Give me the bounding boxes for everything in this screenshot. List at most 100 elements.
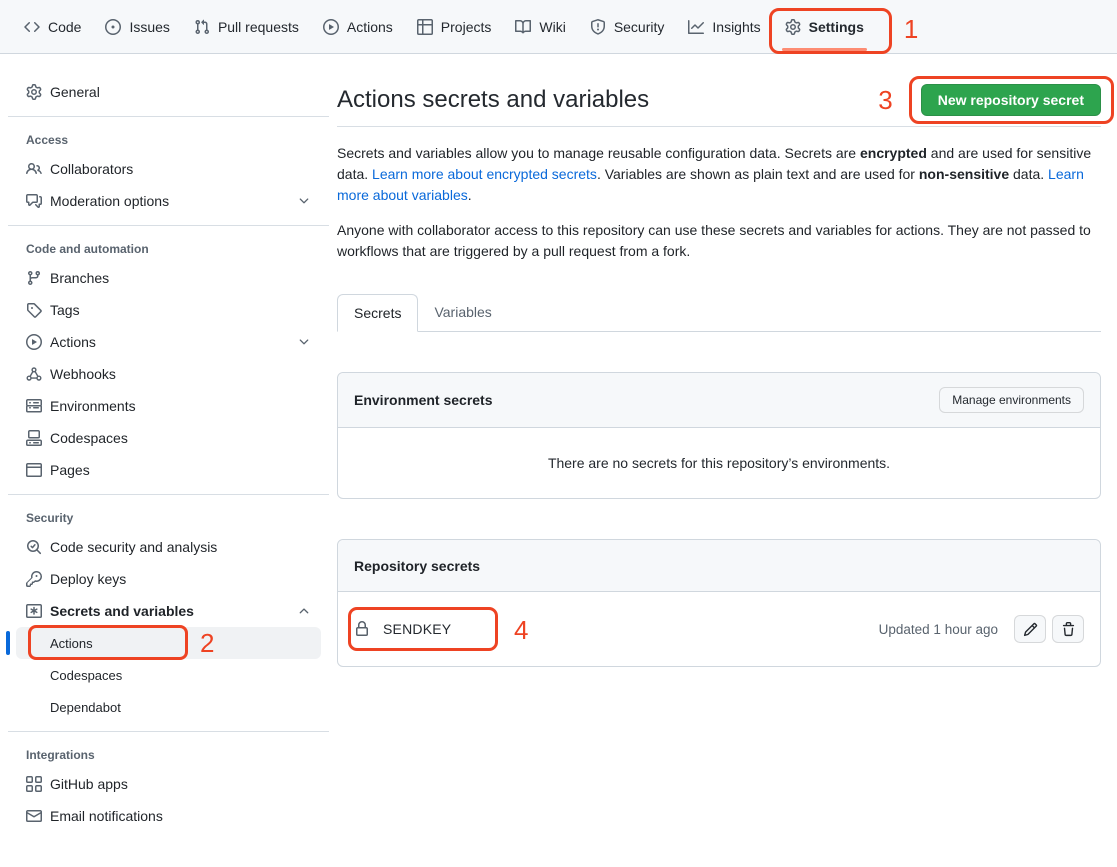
sidebar-item-branches[interactable]: Branches (16, 262, 321, 294)
secret-updated-text: Updated 1 hour ago (879, 622, 998, 637)
sidebar-item-label: Moderation options (50, 193, 169, 209)
chevron-up-icon (297, 604, 311, 618)
sidebar-item-moderation-options[interactable]: Moderation options (16, 185, 321, 217)
repo-tab-security[interactable]: Security (580, 0, 675, 53)
new-repository-secret-button[interactable]: New repository secret (921, 84, 1101, 116)
webhook-icon (26, 366, 42, 382)
gear-icon (26, 84, 42, 100)
sidebar-item-code-security-and-analysis[interactable]: Code security and analysis (16, 531, 321, 563)
secret-name-text: SENDKEY (383, 621, 451, 637)
sidebar-item-actions[interactable]: Actions (16, 326, 321, 358)
repo-tab-label: Settings (809, 19, 864, 35)
repo-tab-label: Wiki (539, 19, 565, 35)
repo-tab-settings[interactable]: Settings1 (775, 0, 874, 53)
sidebar-item-email-notifications[interactable]: Email notifications (16, 800, 321, 832)
lock-icon (354, 621, 370, 637)
sidebar-divider (8, 116, 329, 117)
repo-tab-label: Pull requests (218, 19, 299, 35)
environment-secrets-header: Environment secrets Manage environments (338, 373, 1100, 428)
issue-opened-icon (105, 19, 121, 35)
sidebar-item-label: Codespaces (50, 668, 122, 683)
sidebar-subitem-actions[interactable]: Actions2 (16, 627, 321, 659)
repo-tab-bar: Code Issues Pull requests Actions Projects Wi… (0, 0, 1117, 54)
sidebar-item-label: Dependabot (50, 700, 121, 715)
sidebar-item-label: Branches (50, 270, 109, 286)
trash-icon (1061, 622, 1076, 637)
sidebar-item-secrets-and-variables[interactable]: Secrets and variables (16, 595, 321, 627)
tab-secrets[interactable]: Secrets (337, 294, 418, 332)
repository-secrets-header: Repository secrets (338, 540, 1100, 592)
sidebar-item-github-apps[interactable]: GitHub apps (16, 768, 321, 800)
secret-name: SENDKEY4 (354, 621, 474, 637)
repo-tab-label: Security (614, 19, 665, 35)
repo-tab-projects[interactable]: Projects (407, 0, 502, 53)
new-secret-button-wrap: New repository secret 3 (921, 84, 1101, 116)
sidebar-item-pages[interactable]: Pages (16, 454, 321, 486)
codescan-icon (26, 539, 42, 555)
repository-secrets-list: SENDKEY4 Updated 1 hour ago (338, 592, 1100, 666)
server-icon (26, 398, 42, 414)
sidebar-subitem-dependabot[interactable]: Dependabot (16, 691, 321, 723)
sidebar-item-label: Environments (50, 398, 136, 414)
sidebar-item-tags[interactable]: Tags (16, 294, 321, 326)
repo-tab-insights[interactable]: Insights (678, 0, 770, 53)
sidebar-item-label: Codespaces (50, 430, 128, 446)
sidebar-item-codespaces[interactable]: Codespaces (16, 422, 321, 454)
tab-variables[interactable]: Variables (418, 294, 507, 331)
learn-more-link[interactable]: Learn more about encrypted secrets (372, 166, 597, 182)
key-icon (26, 571, 42, 587)
sidebar-divider (8, 225, 329, 226)
repo-tab-label: Code (48, 19, 81, 35)
sidebar-item-label: Webhooks (50, 366, 116, 382)
repo-tab-code[interactable]: Code (14, 0, 91, 53)
intro-text: . (468, 187, 472, 203)
repo-tabs: Code Issues Pull requests Actions Projects Wi… (14, 0, 878, 53)
sidebar-item-label: Deploy keys (50, 571, 126, 587)
environment-secrets-card: Environment secrets Manage environments … (337, 372, 1101, 499)
shield-icon (590, 19, 606, 35)
sidebar-item-environments[interactable]: Environments (16, 390, 321, 422)
codespaces-icon (26, 430, 42, 446)
play-icon (323, 19, 339, 35)
git-pull-request-icon (194, 19, 210, 35)
people-icon (26, 161, 42, 177)
sidebar-item-deploy-keys[interactable]: Deploy keys (16, 563, 321, 595)
secret-row: SENDKEY4 Updated 1 hour ago (338, 592, 1100, 666)
repo-tab-issues[interactable]: Issues (95, 0, 179, 53)
settings-main: Actions secrets and variables New reposi… (337, 54, 1117, 667)
repo-tab-label: Insights (712, 19, 760, 35)
repo-tab-actions[interactable]: Actions (313, 0, 403, 53)
intro-paragraph: Secrets and variables allow you to manag… (337, 143, 1101, 206)
sidebar-subitem-codespaces[interactable]: Codespaces (16, 659, 321, 691)
repo-tab-label: Actions (347, 19, 393, 35)
secrets-variables-tabnav: Secrets Variables (337, 294, 1101, 332)
repo-tab-label: Issues (129, 19, 169, 35)
sidebar-item-webhooks[interactable]: Webhooks (16, 358, 321, 390)
annotation-number-1: 1 (904, 16, 918, 42)
chevron-down-icon (297, 335, 311, 349)
sidebar-section-title-integrations: Integrations (16, 740, 321, 768)
intro-text: Secrets and variables allow you to manag… (337, 145, 860, 161)
book-icon (515, 19, 531, 35)
annotation-number-2: 2 (200, 630, 214, 656)
edit-secret-button[interactable] (1014, 615, 1046, 643)
sidebar-item-label: Collaborators (50, 161, 133, 177)
page-title: Actions secrets and variables (337, 85, 649, 115)
pencil-icon (1023, 622, 1038, 637)
sidebar-item-general[interactable]: General (16, 76, 321, 108)
repo-tab-wiki[interactable]: Wiki (505, 0, 575, 53)
manage-environments-button[interactable]: Manage environments (939, 387, 1084, 413)
repo-tab-pull-requests[interactable]: Pull requests (184, 0, 309, 53)
sidebar-item-collaborators[interactable]: Collaborators (16, 153, 321, 185)
sidebar-item-label: General (50, 84, 100, 100)
collaborator-paragraph: Anyone with collaborator access to this … (337, 220, 1101, 262)
sidebar-divider (8, 494, 329, 495)
apps-icon (26, 776, 42, 792)
sidebar-section-title-security: Security (16, 503, 321, 531)
delete-secret-button[interactable] (1052, 615, 1084, 643)
repo-tab-label: Projects (441, 19, 492, 35)
emphasis-text: encrypted (860, 145, 927, 161)
play-icon (26, 334, 42, 350)
sidebar-item-label: Code security and analysis (50, 539, 217, 555)
mail-icon (26, 808, 42, 824)
